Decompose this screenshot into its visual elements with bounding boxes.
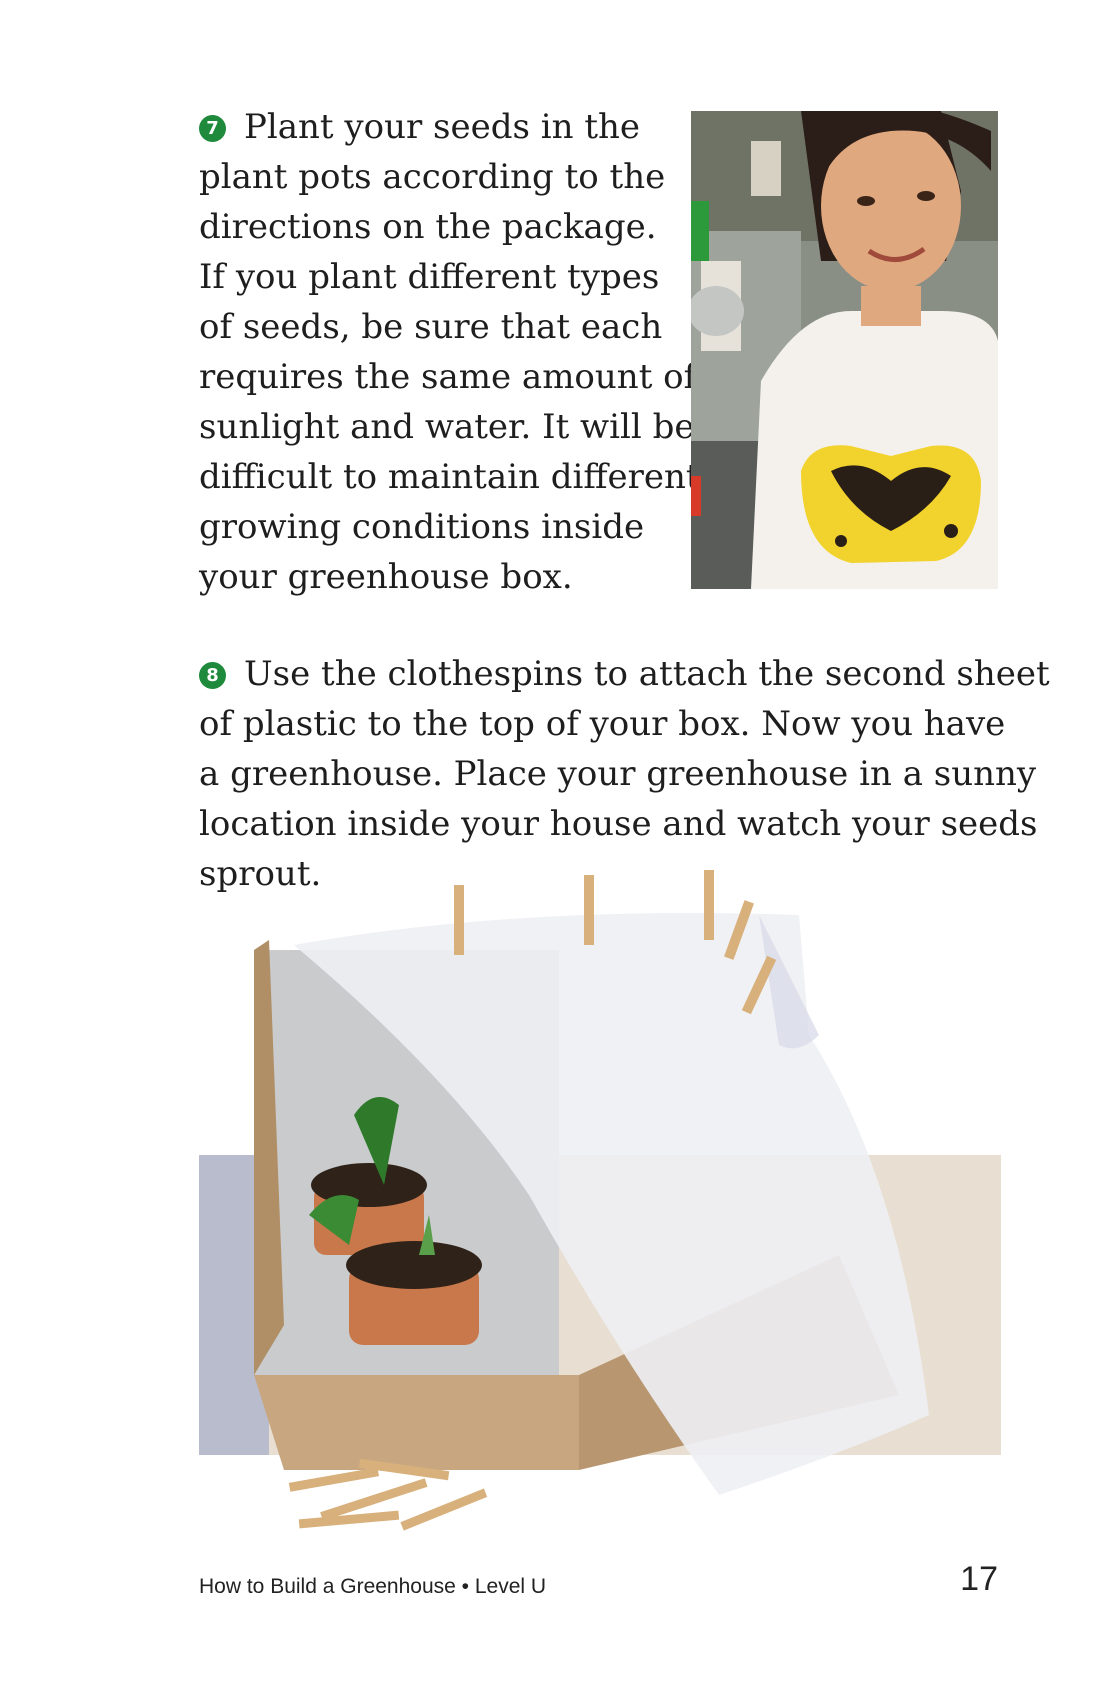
step-7-line-7: sunlight and water. It will be xyxy=(199,407,695,447)
step-7-paragraph: 7 Plant your seeds in the plant pots acco… xyxy=(199,102,700,602)
step-7-line-3: directions on the package. xyxy=(199,207,657,247)
footer-book-title: How to Build a Greenhouse • Level U xyxy=(199,1575,547,1598)
step-7-line-1: 7 Plant your seeds in the xyxy=(199,102,669,152)
step-8-badge: 8 xyxy=(199,662,226,689)
step-7-line-5: of seeds, be sure that each xyxy=(199,307,663,347)
step-8-line-3: a greenhouse. Place your greenhouse in a… xyxy=(199,754,1037,794)
step-8-text: Use the clothespins to attach the second… xyxy=(244,654,1050,694)
step-7-line-6: requires the same amount of xyxy=(199,357,697,397)
step-7-line-10: your greenhouse box. xyxy=(199,557,573,597)
step-7-badge: 7 xyxy=(199,115,226,142)
step-7-line-2: plant pots according to the xyxy=(199,157,666,197)
page-number: 17 xyxy=(960,1560,998,1598)
girl-holding-soil-photo xyxy=(691,111,998,589)
step-7-line-9: growing conditions inside xyxy=(199,507,645,547)
step-7-line-4: If you plant different types xyxy=(199,257,660,297)
greenhouse-box-photo xyxy=(199,870,1001,1531)
step-8-line-1: 8 Use the clothespins to attach the secon… xyxy=(199,649,1050,699)
step-8-line-4: location inside your house and watch you… xyxy=(199,804,1038,844)
step-8-line-2: of plastic to the top of your box. Now y… xyxy=(199,704,1006,744)
step-7-line-8: difficult to maintain different xyxy=(199,457,700,497)
step-7-text: Plant your seeds in the xyxy=(244,107,640,147)
